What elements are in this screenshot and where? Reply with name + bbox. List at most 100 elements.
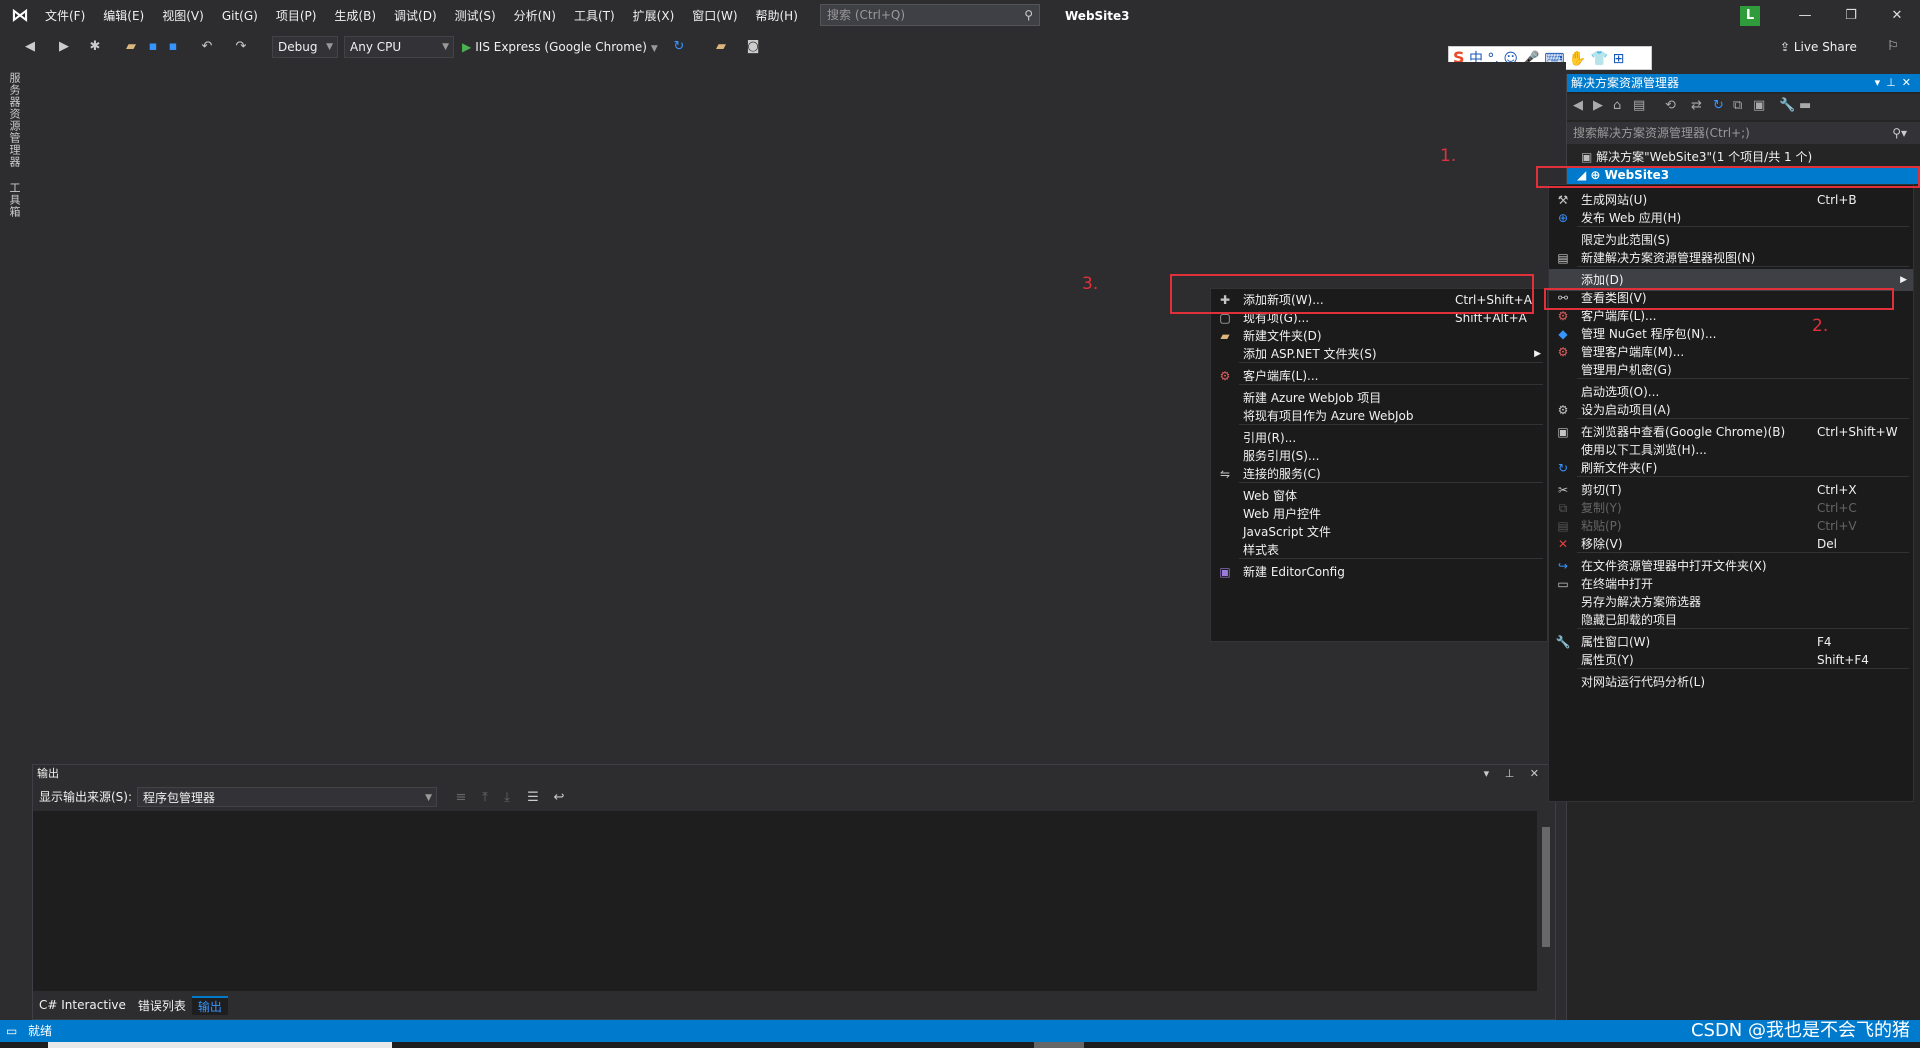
close-icon[interactable]: ✕ xyxy=(1874,0,1920,32)
library-icon: ⚙ xyxy=(1219,369,1231,383)
undo-icon[interactable]: ↶ xyxy=(198,36,216,58)
search-icon: ⚲▾ xyxy=(1892,126,1907,140)
output-source-dropdown[interactable]: 程序包管理器 ▼ xyxy=(137,787,437,807)
menu-separator xyxy=(1239,362,1543,363)
search-input[interactable]: 搜索 (Ctrl+Q) ⚲ xyxy=(820,4,1040,26)
output-title: 输出 ▾ ⊥ ✕ xyxy=(33,765,1555,783)
save-all-icon[interactable]: ▪ xyxy=(164,36,182,58)
panel-controls-icon[interactable]: ▾⊥✕ xyxy=(1875,74,1917,92)
menu-separator xyxy=(1577,378,1909,379)
tab-csharp-interactive[interactable]: C# Interactive xyxy=(33,998,132,1012)
sync-icon[interactable]: ⇄ xyxy=(1691,98,1702,113)
taskbar-strip xyxy=(0,1042,1920,1048)
menu-file[interactable]: 文件(F) xyxy=(36,0,94,32)
word-wrap-icon[interactable]: ↩ xyxy=(551,787,567,809)
menu-tools[interactable]: 工具(T) xyxy=(565,0,624,32)
back-icon[interactable]: ◀ xyxy=(22,36,38,58)
toolbox-tab[interactable]: 工具箱 xyxy=(6,182,22,218)
forward-icon[interactable]: ▶ xyxy=(1593,98,1603,113)
solution-node-label: 解决方案"WebSite3"(1 个项目/共 1 个) xyxy=(1596,150,1813,164)
preview-icon[interactable]: ▬ xyxy=(1799,98,1811,113)
solution-explorer-title-text: 解决方案资源管理器 xyxy=(1571,76,1680,90)
properties-icon[interactable]: 🔧 xyxy=(1779,98,1795,113)
solution-search-input[interactable]: 搜索解决方案资源管理器(Ctrl+;) ⚲▾ xyxy=(1567,122,1920,144)
menu-edit[interactable]: 编辑(E) xyxy=(94,0,153,32)
feedback-icon[interactable]: ⚐ xyxy=(1884,36,1902,58)
output-scrollbar[interactable] xyxy=(1537,811,1555,991)
menu-git[interactable]: Git(G) xyxy=(213,0,267,32)
tab-error-list[interactable]: 错误列表 xyxy=(132,997,192,1014)
tab-output[interactable]: 输出 xyxy=(191,995,228,1015)
menu-item-25[interactable]: 对网站运行代码分析(L) xyxy=(1549,671,1913,693)
restore-icon[interactable]: ❐ xyxy=(1828,0,1874,32)
live-share-label: Live Share xyxy=(1793,40,1857,54)
menu-build[interactable]: 生成(B) xyxy=(325,0,385,32)
menu-item-label: 对网站运行代码分析(L) xyxy=(1581,675,1706,689)
remove-icon: ✕ xyxy=(1557,537,1569,551)
platform-dropdown[interactable]: Any CPU ▼ xyxy=(344,36,454,58)
history-icon[interactable]: ⟲ xyxy=(1665,98,1676,113)
menu-project[interactable]: 项目(P) xyxy=(267,0,326,32)
menu-extensions[interactable]: 扩展(X) xyxy=(624,0,684,32)
menu-view[interactable]: 视图(V) xyxy=(153,0,213,32)
browse-folder-icon[interactable]: ▰ xyxy=(712,36,730,58)
menu-separator xyxy=(1577,628,1909,629)
menu-separator xyxy=(1239,384,1543,385)
back-icon[interactable]: ◀ xyxy=(1573,98,1583,113)
redo-icon[interactable]: ↷ xyxy=(232,36,250,58)
start-debugging-button[interactable]: ▶ IIS Express (Google Chrome) ▼ xyxy=(462,36,658,58)
annotation-step-1: 1. xyxy=(1440,146,1457,166)
menu-window[interactable]: 窗口(W) xyxy=(683,0,746,32)
menu-help[interactable]: 帮助(H) xyxy=(747,0,807,32)
output-content[interactable] xyxy=(33,811,1537,991)
chevron-down-icon: ▼ xyxy=(425,793,432,803)
configuration-dropdown[interactable]: Debug ▼ xyxy=(272,36,338,58)
minimize-icon[interactable]: — xyxy=(1782,0,1828,32)
home-icon[interactable]: ⌂ xyxy=(1613,98,1621,113)
show-all-files-icon[interactable]: ▣ xyxy=(1753,98,1765,113)
clear-all-icon[interactable]: ☰ xyxy=(525,787,541,809)
switch-views-icon[interactable]: ▤ xyxy=(1633,98,1645,113)
add-submenu: ✚ 添加新项(W)... Ctrl+Shift+A ▢ 现有项(G)... Shift+A… xyxy=(1210,288,1548,642)
share-icon: ⇪ xyxy=(1780,40,1794,54)
menu-separator xyxy=(1239,482,1543,483)
server-explorer-tab[interactable]: 服务器资源管理器 xyxy=(6,72,22,168)
prev-message-icon[interactable]: ⤒ xyxy=(477,787,493,809)
new-project-icon[interactable]: ✱ xyxy=(86,36,104,58)
menu-separator xyxy=(1577,226,1909,227)
status-bar: ▭ 就绪 CSDN @我也是不会飞的猪 xyxy=(0,1020,1920,1042)
menu-item-14[interactable]: ▣ 新建 EditorConfig xyxy=(1211,561,1547,583)
search-placeholder: 搜索 (Ctrl+Q) xyxy=(827,8,906,22)
open-folder-icon[interactable]: ▰ xyxy=(122,36,140,58)
scrollbar-thumb[interactable] xyxy=(1542,827,1550,947)
menu-separator xyxy=(1239,558,1543,559)
menu-debug[interactable]: 调试(D) xyxy=(385,0,446,32)
editorconfig-icon: ▣ xyxy=(1219,565,1231,579)
refresh-icon[interactable]: ↻ xyxy=(1713,98,1724,113)
chevron-down-icon: ▼ xyxy=(326,42,333,52)
find-message-icon[interactable]: ≡ xyxy=(453,787,469,809)
solution-node[interactable]: ▣ 解决方案"WebSite3"(1 个项目/共 1 个) xyxy=(1567,148,1920,166)
output-source-label: 显示输出来源(S): xyxy=(39,790,133,804)
left-tool-tabs: 服务器资源管理器 工具箱 xyxy=(0,62,26,1020)
connected-service-icon: ⇋ xyxy=(1219,467,1231,481)
forward-icon[interactable]: ▶ xyxy=(56,36,72,58)
annotation-box-project xyxy=(1536,166,1920,188)
next-message-icon[interactable]: ⤓ xyxy=(499,787,515,809)
refresh-icon[interactable]: ↻ xyxy=(670,36,688,58)
menu-separator xyxy=(1577,266,1909,267)
output-title-text: 输出 xyxy=(37,767,59,780)
live-share-button[interactable]: ⇪ Live Share xyxy=(1780,36,1857,58)
panel-controls-icon[interactable]: ▾ ⊥ ✕ xyxy=(1484,765,1545,783)
screenshot-icon[interactable]: ◙ xyxy=(744,36,762,58)
solution-title: WebSite3 xyxy=(1065,9,1130,23)
solution-icon: ▣ xyxy=(1581,150,1597,164)
save-icon[interactable]: ▪ xyxy=(144,36,162,58)
menu-test[interactable]: 测试(S) xyxy=(446,0,505,32)
output-source-value: 程序包管理器 xyxy=(143,791,216,805)
collapse-all-icon[interactable]: ⧉ xyxy=(1733,98,1742,113)
menu-item-label: 新建 EditorConfig xyxy=(1243,565,1345,579)
avatar[interactable]: L xyxy=(1740,6,1760,26)
menu-analyze[interactable]: 分析(N) xyxy=(505,0,565,32)
annotation-step-3: 3. xyxy=(1082,274,1099,294)
